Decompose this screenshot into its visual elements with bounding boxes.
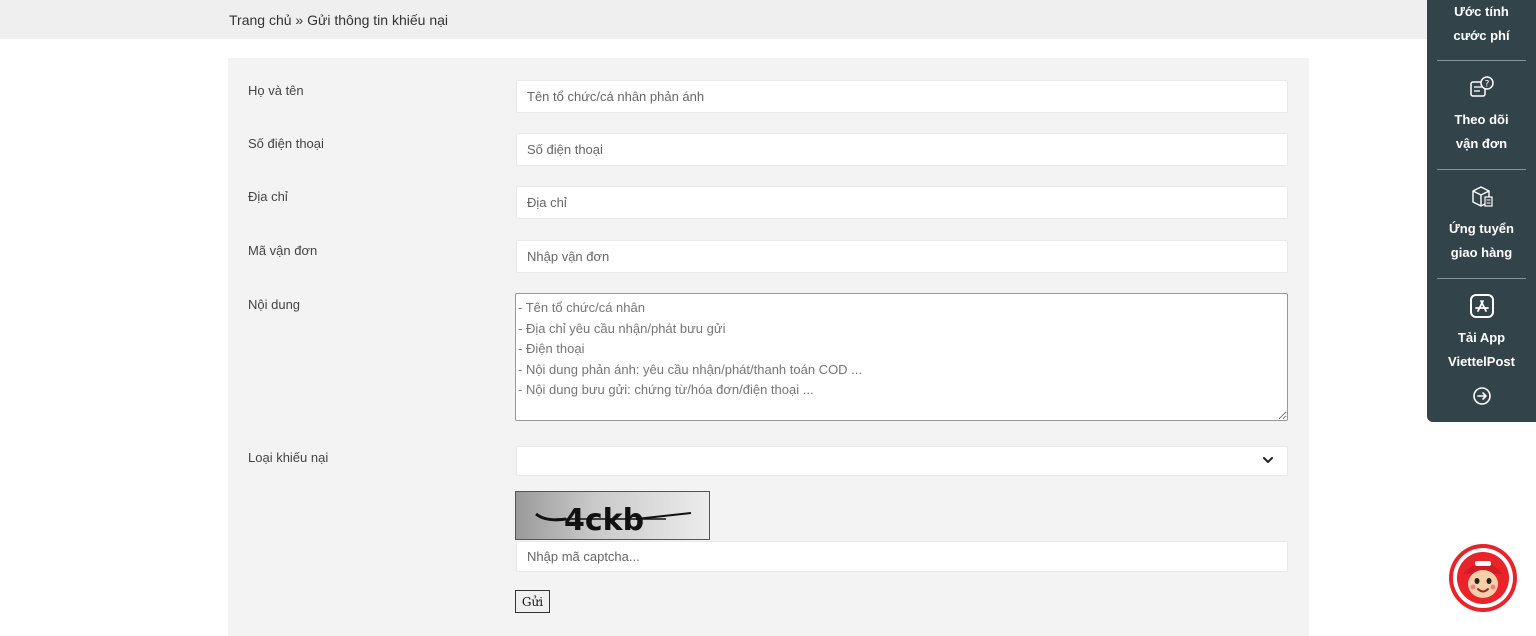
address-label: Địa chỉ — [248, 189, 288, 204]
viettelpost-mascot-icon[interactable] — [1449, 544, 1517, 612]
breadcrumb-home-link[interactable]: Trang chủ — [229, 12, 292, 28]
fullname-input[interactable] — [516, 80, 1288, 113]
captcha-text: 4ckb — [564, 503, 644, 538]
breadcrumb: Trang chủ » Gửi thông tin khiếu nại — [229, 12, 448, 28]
chevron-down-icon — [1263, 457, 1273, 463]
breadcrumb-bar: Trang chủ » Gửi thông tin khiếu nại — [0, 0, 1536, 39]
track-order-line2: vận đơn — [1455, 136, 1508, 151]
side-divider — [1437, 278, 1526, 279]
captcha-input[interactable] — [516, 541, 1288, 572]
complaint-type-label: Loại khiếu nại — [248, 450, 329, 465]
side-divider — [1437, 169, 1526, 170]
document-question-icon: ? — [1470, 76, 1494, 97]
side-item-download-app[interactable]: Tải App ViettelPost — [1427, 326, 1536, 374]
breadcrumb-separator: » — [295, 12, 304, 28]
side-item-estimate-fee[interactable]: Ước tính cước phí — [1427, 0, 1536, 48]
side-item-apply-delivery[interactable]: Ứng tuyển giao hàng — [1427, 217, 1536, 265]
app-store-icon — [1470, 294, 1494, 318]
tracking-code-label: Mã vận đơn — [248, 243, 318, 258]
download-app-line2: ViettelPost — [1448, 354, 1515, 369]
svg-text:?: ? — [1485, 80, 1490, 90]
breadcrumb-current: Gửi thông tin khiếu nại — [307, 12, 448, 28]
estimate-fee-line2: cước phí — [1453, 28, 1510, 43]
fullname-label: Họ và tên — [248, 83, 304, 98]
side-divider — [1437, 60, 1526, 61]
apply-delivery-line1: Ứng tuyển — [1449, 221, 1514, 236]
content-label: Nội dung — [248, 297, 301, 312]
address-input[interactable] — [516, 186, 1288, 219]
download-app-line1: Tải App — [1457, 330, 1506, 345]
captcha-image: 4ckb — [515, 491, 710, 540]
submit-button[interactable]: Gửi — [515, 590, 550, 613]
quick-actions-panel: Ước tính cước phí ? Theo dõi vận đơn Ứng… — [1427, 0, 1536, 422]
apply-delivery-line2: giao hàng — [1450, 245, 1513, 260]
phone-label: Số điện thoại — [248, 136, 324, 151]
complaint-type-select[interactable] — [516, 446, 1288, 476]
side-item-track-order[interactable]: Theo dõi vận đơn — [1427, 108, 1536, 156]
package-icon — [1472, 186, 1493, 207]
track-order-line1: Theo dõi — [1454, 112, 1509, 127]
estimate-fee-line1: Ước tính — [1454, 4, 1509, 19]
tracking-code-input[interactable] — [516, 240, 1288, 273]
phone-input[interactable] — [516, 133, 1288, 166]
content-textarea[interactable] — [515, 293, 1288, 421]
arrow-right-circle-icon[interactable] — [1472, 386, 1492, 406]
